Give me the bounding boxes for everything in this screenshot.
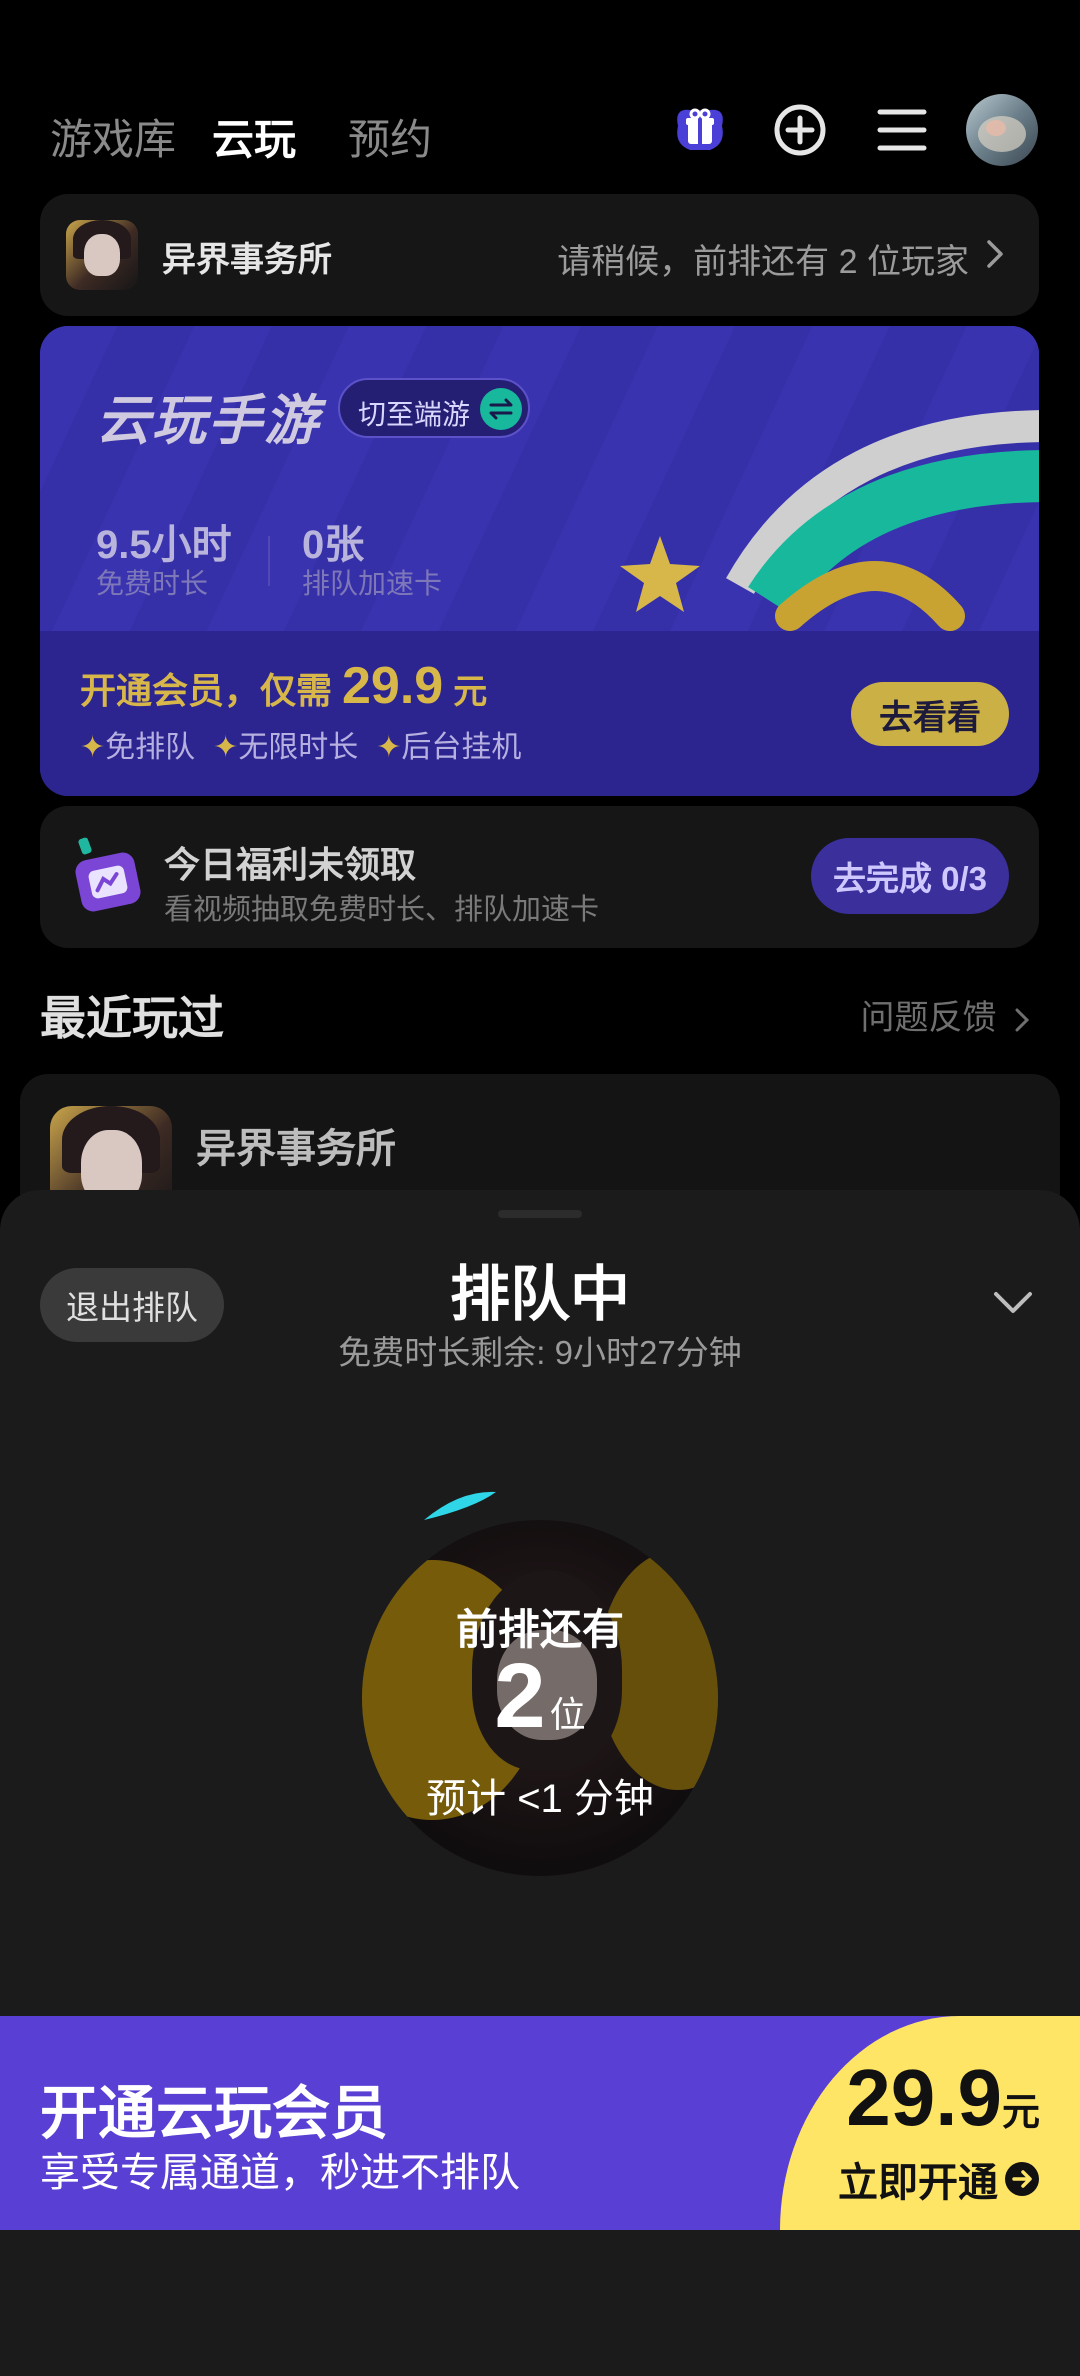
sparkle-icon: ✦ <box>80 731 106 764</box>
perk-item: ✦免排队 <box>80 731 196 764</box>
tab-cloud-play[interactable]: 云玩 <box>212 106 297 167</box>
rainbow-star-decoration <box>620 410 1039 631</box>
gift-icon[interactable] <box>666 96 734 164</box>
vip-offer-line: 开通会员，仅需 29.9 元 <box>80 657 488 715</box>
free-time-remaining: 免费时长剩余: 9小时27分钟 <box>338 1334 742 1371</box>
activate-now-button[interactable]: 立即开通 <box>838 2150 1040 2208</box>
perk-item: ✦无限时长 <box>213 731 359 764</box>
tab-reservation[interactable]: 预约 <box>348 106 432 167</box>
game-thumbnail <box>66 220 138 290</box>
go-see-button[interactable]: 去看看 <box>851 682 1009 746</box>
ahead-unit: 位 <box>549 1694 586 1735</box>
promo-title: 云玩手游 <box>96 391 320 451</box>
ahead-count: 2 <box>494 1645 546 1747</box>
vip-bar-price: 29.9 <box>846 2053 1002 2142</box>
welfare-title: 今日福利未领取 <box>164 844 417 885</box>
add-circle-icon[interactable] <box>766 96 834 164</box>
top-nav: 游戏库 云玩 预约 <box>0 94 1080 176</box>
sparkle-icon: ✦ <box>213 731 239 764</box>
feedback-link[interactable]: 问题反馈 <box>861 990 1030 1039</box>
eta-text: 预计 <1 分钟 <box>426 1777 654 1821</box>
queue-game-name: 异界事务所 <box>162 241 332 279</box>
vip-bar-subtitle: 享受专属通道，秒进不排队 <box>40 2151 520 2195</box>
chevron-down-icon[interactable] <box>992 1290 1034 1316</box>
chevron-right-icon <box>987 240 1003 268</box>
vip-bar-price-line: 29.9 元 <box>846 2053 1040 2142</box>
sheet-drag-handle[interactable] <box>498 1210 582 1218</box>
speedup-card-label: 排队加速卡 <box>302 568 443 599</box>
recent-game-name: 异界事务所 <box>196 1127 396 1171</box>
welfare-subtitle: 看视频抽取免费时长、排队加速卡 <box>164 894 600 926</box>
avatar[interactable] <box>966 94 1038 166</box>
vip-upsell-bar[interactable]: 开通云玩会员 享受专属通道，秒进不排队 29.9 元 立即开通 <box>0 2016 1080 2230</box>
queue-status-text: 请稍候，前排还有 2 位玩家 <box>557 243 969 281</box>
recent-section-title: 最近玩过 <box>40 992 224 1044</box>
sheet-footer-space <box>0 2230 1080 2376</box>
vip-bar-title: 开通云玩会员 <box>40 2081 389 2146</box>
sparkle-icon: ✦ <box>376 731 402 764</box>
vip-price-panel[interactable]: 29.9 元 立即开通 <box>780 2016 1080 2230</box>
perk-item: ✦后台挂机 <box>376 731 522 764</box>
tab-game-library[interactable]: 游戏库 <box>50 106 176 167</box>
swap-icon <box>480 388 522 430</box>
tv-icon <box>75 837 141 912</box>
cloud-mobile-promo-card: 云玩手游 切至端游 9.5小时 免费时长 0张 排队加速卡 开通会员，仅需 29… <box>40 326 1039 796</box>
stat-divider <box>268 536 270 586</box>
daily-welfare-card[interactable]: 今日福利未领取 看视频抽取免费时长、排队加速卡 去完成 0/3 <box>40 806 1039 948</box>
switch-to-pc-button[interactable]: 切至端游 <box>338 378 530 438</box>
menu-icon[interactable] <box>868 96 936 164</box>
vip-price: 29.9 <box>342 657 444 715</box>
chevron-right-icon <box>1015 1008 1030 1032</box>
queue-status-banner[interactable]: 异界事务所 请稍候，前排还有 2 位玩家 <box>40 194 1039 316</box>
free-time-label: 免费时长 <box>96 568 209 599</box>
ahead-count-line: 2位 <box>0 1644 1080 1749</box>
complete-task-button[interactable]: 去完成 0/3 <box>811 838 1009 914</box>
arrow-right-circle-icon <box>1005 2162 1039 2196</box>
sheet-title: 排队中 <box>450 1261 630 1328</box>
perk-list: ✦免排队 ✦无限时长 ✦后台挂机 <box>80 722 521 766</box>
